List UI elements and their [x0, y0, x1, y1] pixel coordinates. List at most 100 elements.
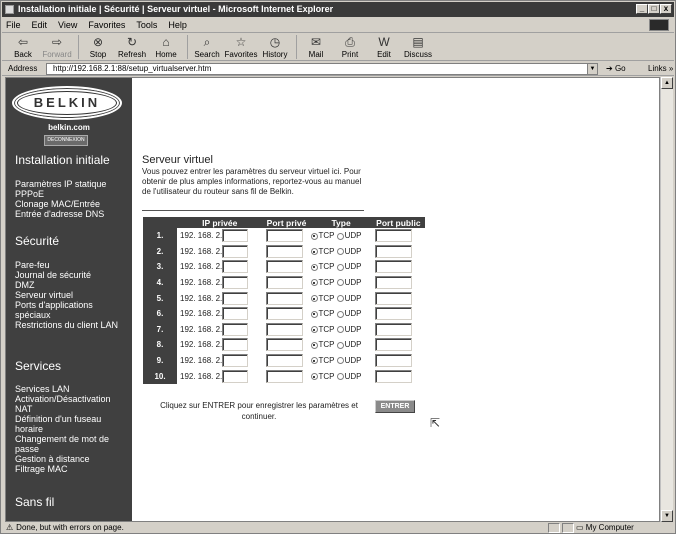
- tcp-radio[interactable]: [310, 232, 318, 240]
- private-port-input[interactable]: [265, 260, 303, 274]
- forward-button[interactable]: ⇨ Forward: [42, 34, 71, 59]
- udp-radio[interactable]: [336, 295, 344, 303]
- scroll-down-icon[interactable]: ▼: [661, 510, 673, 522]
- private-ip-input[interactable]: [222, 369, 249, 383]
- udp-radio[interactable]: [336, 357, 344, 365]
- public-port-input[interactable]: [374, 369, 412, 383]
- public-port-input[interactable]: [374, 307, 412, 321]
- stop-button[interactable]: ⊗ Stop: [85, 34, 111, 59]
- private-port-input[interactable]: [265, 291, 303, 305]
- private-port-input[interactable]: [265, 229, 303, 243]
- section-title-security[interactable]: Sécurité: [15, 234, 59, 248]
- section-title-wireless[interactable]: Sans fil: [15, 495, 54, 509]
- favorites-button[interactable]: ☆ Favorites: [225, 34, 258, 59]
- tcp-radio[interactable]: [310, 310, 318, 318]
- sidebar-link-dmz[interactable]: DMZ: [15, 280, 129, 290]
- menu-file[interactable]: File: [6, 18, 21, 32]
- sidebar-link-mac-clone[interactable]: Clonage MAC/Entrée: [15, 199, 129, 209]
- history-button[interactable]: ◷ History: [262, 34, 288, 59]
- private-ip-input[interactable]: [222, 276, 249, 290]
- public-port-input[interactable]: [374, 322, 412, 336]
- vertical-scrollbar[interactable]: ▲ ▼: [660, 77, 673, 522]
- sidebar-link-timezone[interactable]: Définition d'un fuseau horaire: [15, 414, 129, 434]
- tcp-radio[interactable]: [310, 279, 318, 287]
- private-ip-input[interactable]: [222, 291, 249, 305]
- private-port-input[interactable]: [265, 307, 303, 321]
- menu-edit[interactable]: Edit: [32, 18, 48, 32]
- private-port-input[interactable]: [265, 369, 303, 383]
- sidebar-link-remote-mgmt[interactable]: Gestion à distance: [15, 454, 129, 464]
- public-port-input[interactable]: [374, 229, 412, 243]
- private-ip-input[interactable]: [222, 322, 249, 336]
- tcp-radio[interactable]: [310, 357, 318, 365]
- logout-button[interactable]: DECONNEXION: [44, 135, 88, 146]
- minimize-button[interactable]: _: [636, 4, 648, 14]
- private-port-input[interactable]: [265, 244, 303, 258]
- public-port-input[interactable]: [374, 338, 412, 352]
- print-button[interactable]: ⎙ Print: [337, 34, 363, 59]
- menu-help[interactable]: Help: [168, 18, 187, 32]
- private-port-input[interactable]: [265, 354, 303, 368]
- menu-tools[interactable]: Tools: [136, 18, 157, 32]
- sidebar-link-virtual-server[interactable]: Serveur virtuel: [15, 290, 129, 300]
- menu-favorites[interactable]: Favorites: [88, 18, 125, 32]
- tcp-radio[interactable]: [310, 248, 318, 256]
- menu-view[interactable]: View: [58, 18, 77, 32]
- private-port-input[interactable]: [265, 276, 303, 290]
- tcp-radio[interactable]: [310, 326, 318, 334]
- sidebar-link-special-ports[interactable]: Ports d'applications spéciaux: [15, 300, 129, 320]
- belkin-site-link[interactable]: belkin.com: [6, 123, 132, 132]
- sidebar-link-static-ip[interactable]: Paramètres IP statique: [15, 179, 129, 189]
- go-button[interactable]: ➔ Go: [606, 64, 640, 73]
- udp-radio[interactable]: [336, 310, 344, 318]
- sidebar-link-mac-filter[interactable]: Filtrage MAC: [15, 464, 129, 474]
- sidebar-link-pppoe[interactable]: PPPoE: [15, 189, 129, 199]
- private-port-input[interactable]: [265, 338, 303, 352]
- search-button[interactable]: ⌕ Search: [194, 34, 220, 59]
- public-port-input[interactable]: [374, 291, 412, 305]
- sidebar-link-lan-services[interactable]: Services LAN: [15, 384, 129, 394]
- maximize-button[interactable]: □: [648, 4, 660, 14]
- home-button[interactable]: ⌂ Home: [153, 34, 179, 59]
- mail-button[interactable]: ✉ Mail: [303, 34, 329, 59]
- scroll-up-icon[interactable]: ▲: [661, 77, 673, 89]
- sidebar-link-firewall[interactable]: Pare-feu: [15, 260, 129, 270]
- private-port-input[interactable]: [265, 322, 303, 336]
- sidebar-link-security-log[interactable]: Journal de sécurité: [15, 270, 129, 280]
- udp-radio[interactable]: [336, 263, 344, 271]
- tcp-radio[interactable]: [310, 341, 318, 349]
- sidebar-link-dns[interactable]: Entrée d'adresse DNS: [15, 209, 129, 219]
- udp-radio[interactable]: [336, 341, 344, 349]
- private-ip-input[interactable]: [222, 307, 249, 321]
- sidebar-link-lan-restrictions[interactable]: Restrictions du client LAN: [15, 320, 129, 330]
- udp-radio[interactable]: [336, 232, 344, 240]
- links-button[interactable]: Links »: [648, 64, 673, 73]
- public-port-input[interactable]: [374, 244, 412, 258]
- private-ip-input[interactable]: [222, 338, 249, 352]
- section-title-installation[interactable]: Installation initiale: [15, 153, 110, 167]
- public-port-input[interactable]: [374, 260, 412, 274]
- section-title-services[interactable]: Services: [15, 359, 61, 373]
- discuss-button[interactable]: ▤ Discuss: [404, 34, 432, 59]
- address-dropdown-icon[interactable]: ▼: [587, 63, 597, 74]
- edit-button[interactable]: W Edit: [371, 34, 397, 59]
- public-port-input[interactable]: [374, 354, 412, 368]
- udp-radio[interactable]: [336, 248, 344, 256]
- private-ip-input[interactable]: [222, 354, 249, 368]
- close-button[interactable]: x: [660, 4, 672, 14]
- enter-button[interactable]: ENTRER: [375, 400, 415, 413]
- refresh-button[interactable]: ↻ Refresh: [118, 34, 146, 59]
- private-ip-input[interactable]: [222, 260, 249, 274]
- tcp-radio[interactable]: [310, 263, 318, 271]
- udp-radio[interactable]: [336, 326, 344, 334]
- sidebar-link-password[interactable]: Changement de mot de passe: [15, 434, 129, 454]
- back-button[interactable]: ⇦ Back: [10, 34, 36, 59]
- address-input[interactable]: http://192.168.2.1:88/setup_virtualserve…: [46, 62, 598, 75]
- udp-radio[interactable]: [336, 279, 344, 287]
- tcp-radio[interactable]: [310, 373, 318, 381]
- udp-radio[interactable]: [336, 373, 344, 381]
- public-port-input[interactable]: [374, 276, 412, 290]
- sidebar-link-nat[interactable]: Activation/Désactivation NAT: [15, 394, 129, 414]
- private-ip-input[interactable]: [222, 244, 249, 258]
- tcp-radio[interactable]: [310, 295, 318, 303]
